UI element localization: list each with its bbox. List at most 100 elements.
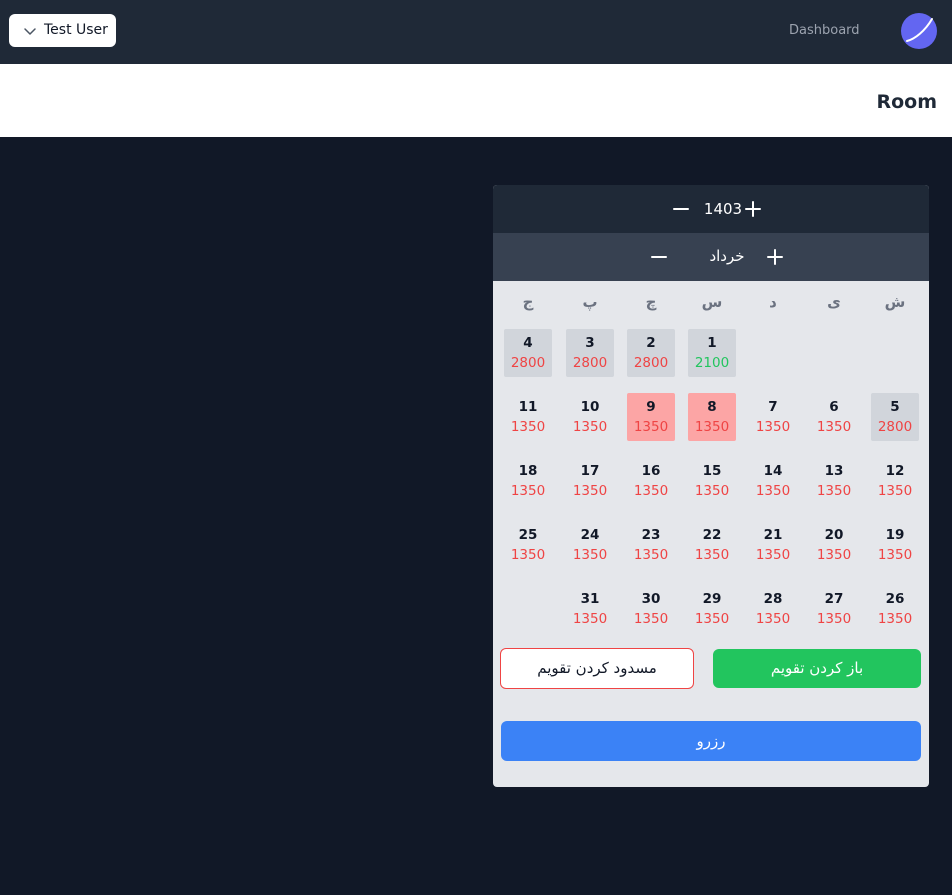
calendar-day[interactable]: 11 1350 xyxy=(504,393,552,441)
page-header: Room xyxy=(0,64,952,137)
open-calendar-button[interactable]: باز کردن تقویم xyxy=(713,649,921,688)
calendar-panel: 1403 خرداد شیدسچپج 1 2100 2 2800 3 2800 4 2800 5… xyxy=(493,185,929,787)
month-decrement-button[interactable] xyxy=(647,245,671,269)
day-price: 1350 xyxy=(755,483,791,499)
calendar-day[interactable]: 15 1350 xyxy=(688,457,736,505)
day-number: 4 xyxy=(523,335,533,351)
day-number: 10 xyxy=(580,399,600,415)
day-price: 1350 xyxy=(572,483,608,499)
weekday-label: س xyxy=(701,293,723,311)
day-price: 1350 xyxy=(755,419,791,435)
month-label: خرداد xyxy=(709,247,745,265)
calendar-day[interactable]: 5 2800 xyxy=(871,393,919,441)
day-price: 1350 xyxy=(633,611,669,627)
calendar-day[interactable]: 18 1350 xyxy=(504,457,552,505)
weekday-label: ی xyxy=(827,293,841,311)
weekday-label: د xyxy=(769,293,777,311)
day-number: 22 xyxy=(702,527,722,543)
calendar-day[interactable]: 22 1350 xyxy=(688,521,736,569)
calendar-day[interactable]: 21 1350 xyxy=(749,521,797,569)
calendar-day[interactable]: 14 1350 xyxy=(749,457,797,505)
day-price: 1350 xyxy=(816,483,852,499)
weekday-label: پ xyxy=(582,293,598,311)
day-number: 25 xyxy=(518,527,538,543)
day-number: 13 xyxy=(824,463,844,479)
day-number: 3 xyxy=(585,335,595,351)
calendar-day[interactable]: 6 1350 xyxy=(810,393,858,441)
calendar-day[interactable]: 9 1350 xyxy=(627,393,675,441)
calendar-day[interactable]: 31 1350 xyxy=(566,585,614,633)
calendar-day[interactable]: 8 1350 xyxy=(688,393,736,441)
calendar-day[interactable]: 23 1350 xyxy=(627,521,675,569)
calendar-day[interactable]: 29 1350 xyxy=(688,585,736,633)
plus-icon xyxy=(745,201,761,217)
calendar-day[interactable]: 27 1350 xyxy=(810,585,858,633)
day-price: 1350 xyxy=(877,483,913,499)
logo-icon[interactable] xyxy=(901,13,937,49)
day-price: 2800 xyxy=(877,419,913,435)
day-number: 27 xyxy=(824,591,844,607)
reserve-button[interactable]: رزرو xyxy=(501,721,921,761)
day-price: 1350 xyxy=(694,611,730,627)
day-number: 7 xyxy=(768,399,778,415)
calendar-day[interactable]: 12 1350 xyxy=(871,457,919,505)
day-price: 1350 xyxy=(877,547,913,563)
calendar-day[interactable]: 28 1350 xyxy=(749,585,797,633)
calendar-day[interactable]: 3 2800 xyxy=(566,329,614,377)
calendar-day[interactable]: 1 2100 xyxy=(688,329,736,377)
user-menu-button[interactable]: Test User xyxy=(9,14,116,47)
calendar-day[interactable]: 4 2800 xyxy=(504,329,552,377)
user-name: Test User xyxy=(44,22,108,38)
calendar-day[interactable]: 7 1350 xyxy=(749,393,797,441)
day-price: 1350 xyxy=(816,419,852,435)
day-number: 17 xyxy=(580,463,600,479)
day-number: 30 xyxy=(641,591,661,607)
plus-icon xyxy=(767,249,783,265)
nav-link-dashboard[interactable]: Dashboard xyxy=(789,23,860,38)
minus-icon xyxy=(651,256,667,258)
year-decrement-button[interactable] xyxy=(669,197,693,221)
weekday-label: ش xyxy=(884,293,906,311)
calendar-day[interactable]: 17 1350 xyxy=(566,457,614,505)
day-number: 6 xyxy=(829,399,839,415)
calendar-day[interactable]: 25 1350 xyxy=(504,521,552,569)
calendar-day[interactable]: 20 1350 xyxy=(810,521,858,569)
calendar-day[interactable]: 10 1350 xyxy=(566,393,614,441)
block-calendar-button[interactable]: مسدود کردن تقویم xyxy=(500,648,694,689)
day-price: 1350 xyxy=(816,547,852,563)
calendar-day[interactable]: 30 1350 xyxy=(627,585,675,633)
page-title: Room xyxy=(876,91,937,113)
calendar-day[interactable]: 26 1350 xyxy=(871,585,919,633)
month-selector: خرداد xyxy=(493,233,929,281)
minus-icon xyxy=(673,208,689,210)
day-price: 1350 xyxy=(572,419,608,435)
day-number: 29 xyxy=(702,591,722,607)
calendar-day[interactable]: 16 1350 xyxy=(627,457,675,505)
year-increment-button[interactable] xyxy=(741,197,765,221)
day-price: 1350 xyxy=(572,611,608,627)
day-price: 1350 xyxy=(633,483,669,499)
day-price: 1350 xyxy=(694,419,730,435)
calendar-day[interactable]: 19 1350 xyxy=(871,521,919,569)
day-price: 1350 xyxy=(633,547,669,563)
day-number: 26 xyxy=(885,591,905,607)
day-number: 19 xyxy=(885,527,905,543)
day-number: 21 xyxy=(763,527,783,543)
year-selector: 1403 xyxy=(493,185,929,233)
calendar-day[interactable]: 24 1350 xyxy=(566,521,614,569)
day-number: 8 xyxy=(707,399,717,415)
day-price: 2100 xyxy=(694,355,730,371)
day-price: 1350 xyxy=(510,547,546,563)
day-price: 1350 xyxy=(572,547,608,563)
day-price: 1350 xyxy=(694,483,730,499)
chevron-down-icon xyxy=(23,23,37,37)
day-price: 1350 xyxy=(755,547,791,563)
day-price: 2800 xyxy=(633,355,669,371)
calendar-day[interactable]: 13 1350 xyxy=(810,457,858,505)
day-number: 31 xyxy=(580,591,600,607)
month-increment-button[interactable] xyxy=(763,245,787,269)
day-number: 9 xyxy=(646,399,656,415)
day-number: 23 xyxy=(641,527,661,543)
calendar-day[interactable]: 2 2800 xyxy=(627,329,675,377)
day-number: 20 xyxy=(824,527,844,543)
